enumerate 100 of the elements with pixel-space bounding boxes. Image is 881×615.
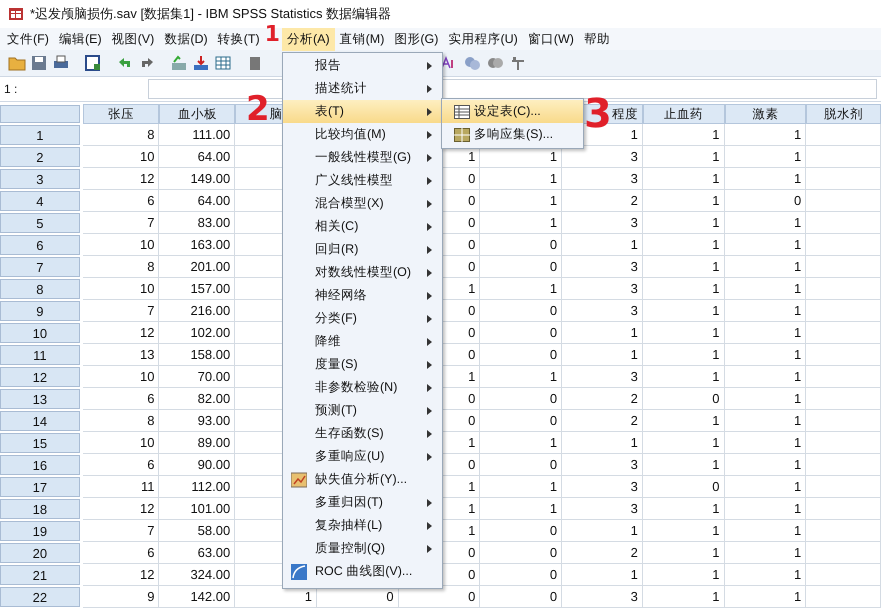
curve-icon <box>291 564 307 580</box>
menu-item[interactable]: 报告 <box>283 54 442 77</box>
row-header[interactable]: 19 <box>0 521 80 541</box>
table-cell: 1 <box>642 432 725 454</box>
submenu-arrow-icon <box>427 246 432 254</box>
table-cell: 0 <box>480 564 562 586</box>
table-cell: 102.00 <box>159 322 236 344</box>
row-header[interactable]: 6 <box>0 235 80 255</box>
menu-item[interactable]: 比较均值(M) <box>283 123 442 146</box>
menu-item[interactable]: 窗口(W) <box>522 28 579 50</box>
submenu-arrow-icon <box>427 430 432 438</box>
menu-item[interactable]: 文件(F) <box>2 28 54 50</box>
column-header[interactable]: 激素 <box>724 104 806 124</box>
row-header[interactable]: 15 <box>0 433 80 453</box>
table-cell: 0 <box>480 586 562 608</box>
save-icon[interactable] <box>30 54 48 72</box>
submenu-arrow-icon <box>427 522 432 530</box>
submenu-arrow-icon <box>427 452 432 460</box>
corner-cell[interactable] <box>0 105 80 123</box>
table-cell: 1 <box>642 542 725 564</box>
table-cell: 324.00 <box>159 564 236 586</box>
table-cell: 12 <box>82 168 160 190</box>
column-header[interactable]: 张压 <box>82 104 160 124</box>
row-header[interactable]: 20 <box>0 543 80 563</box>
table-cell: 1 <box>724 212 806 234</box>
table-cell: 101.00 <box>159 498 236 520</box>
menu-item[interactable]: 描述统计 <box>283 77 442 100</box>
row-header[interactable]: 5 <box>0 213 80 233</box>
row-header[interactable]: 16 <box>0 455 80 475</box>
table-cell: 216.00 <box>159 300 236 322</box>
row-header[interactable]: 4 <box>0 191 80 211</box>
table-cell: 1 <box>724 234 806 256</box>
table-cell: 1 <box>642 256 725 278</box>
menu-item[interactable]: 数据(D) <box>159 28 213 50</box>
row-header[interactable]: 14 <box>0 411 80 431</box>
table-cell: 82.00 <box>159 388 236 410</box>
column-header[interactable]: 止血药 <box>642 104 725 124</box>
table-cell: 1 <box>642 410 725 432</box>
row-header[interactable]: 21 <box>0 565 80 585</box>
table-cell: 1 <box>724 168 806 190</box>
row-header[interactable]: 12 <box>0 367 80 387</box>
submenu-arrow-icon <box>427 200 432 208</box>
table-cell: 3 <box>562 498 643 520</box>
row-header[interactable]: 13 <box>0 389 80 409</box>
row-header[interactable]: 8 <box>0 279 80 299</box>
menu-item[interactable]: 转换(T) <box>212 28 265 50</box>
menu-item[interactable]: 图形(G) <box>389 28 444 50</box>
row-header[interactable]: 11 <box>0 345 80 365</box>
table-cell: 1 <box>480 212 562 234</box>
menu-item[interactable]: 帮助 <box>578 28 615 50</box>
table-cell: 1 <box>724 498 806 520</box>
submenu-arrow-icon <box>427 268 432 276</box>
table-cell: 10 <box>82 234 160 256</box>
table-cell: 1 <box>642 344 725 366</box>
submenu-arrow-icon <box>427 360 432 368</box>
cell-label: 1 : <box>4 82 18 96</box>
table-cell: 1 <box>562 432 643 454</box>
menu-item[interactable]: 直销(M) <box>334 28 390 50</box>
table-cell: 0 <box>480 344 562 366</box>
column-header[interactable]: 脱水剂 <box>806 104 881 124</box>
table-cell: 6 <box>82 388 160 410</box>
table-cell: 1 <box>724 256 806 278</box>
menu-item[interactable]: 实用程序(U) <box>443 28 523 50</box>
circles-icon[interactable] <box>463 54 481 72</box>
menu-item[interactable]: 视图(V) <box>106 28 160 50</box>
table-cell: 1 <box>642 454 725 476</box>
grid-icon[interactable] <box>214 54 232 72</box>
table-cell: 10 <box>82 146 160 168</box>
table-cell: 0 <box>480 256 562 278</box>
menu-item[interactable]: 设定表(C)... <box>442 100 583 123</box>
row-header[interactable]: 18 <box>0 499 80 519</box>
row-header[interactable]: 7 <box>0 257 80 277</box>
row-header[interactable]: 10 <box>0 323 80 343</box>
menu-item[interactable]: 表(T) <box>283 100 442 123</box>
submenu-arrow-icon <box>427 176 432 184</box>
table-cell: 157.00 <box>159 278 236 300</box>
table-cell: 1 <box>480 498 562 520</box>
table-cell: 8 <box>82 124 160 146</box>
column-header[interactable]: 血小板 <box>159 104 236 124</box>
table-cell: 64.00 <box>159 146 236 168</box>
menu-item[interactable]: 编辑(E) <box>54 28 107 50</box>
table-cell: 1 <box>724 476 806 498</box>
table-cell: 1 <box>724 432 806 454</box>
menu-item[interactable]: 分析(A) <box>282 28 335 50</box>
row-header[interactable]: 2 <box>0 147 80 167</box>
row-header[interactable]: 17 <box>0 477 80 497</box>
table-cell: 3 <box>562 586 643 608</box>
table-cell: 0 <box>480 322 562 344</box>
table-cell: 0 <box>480 300 562 322</box>
table-cell: 0 <box>480 410 562 432</box>
table-cell: 0 <box>642 388 725 410</box>
row-header[interactable]: 3 <box>0 169 80 189</box>
table-cell: 149.00 <box>159 168 236 190</box>
chart-icon <box>291 472 307 488</box>
row-header[interactable]: 22 <box>0 587 80 607</box>
table-cell: 3 <box>562 212 643 234</box>
table-cell: 63.00 <box>159 542 236 564</box>
table-cell: 1 <box>562 520 643 542</box>
row-header[interactable]: 1 <box>0 125 80 145</box>
row-header[interactable]: 9 <box>0 301 80 321</box>
